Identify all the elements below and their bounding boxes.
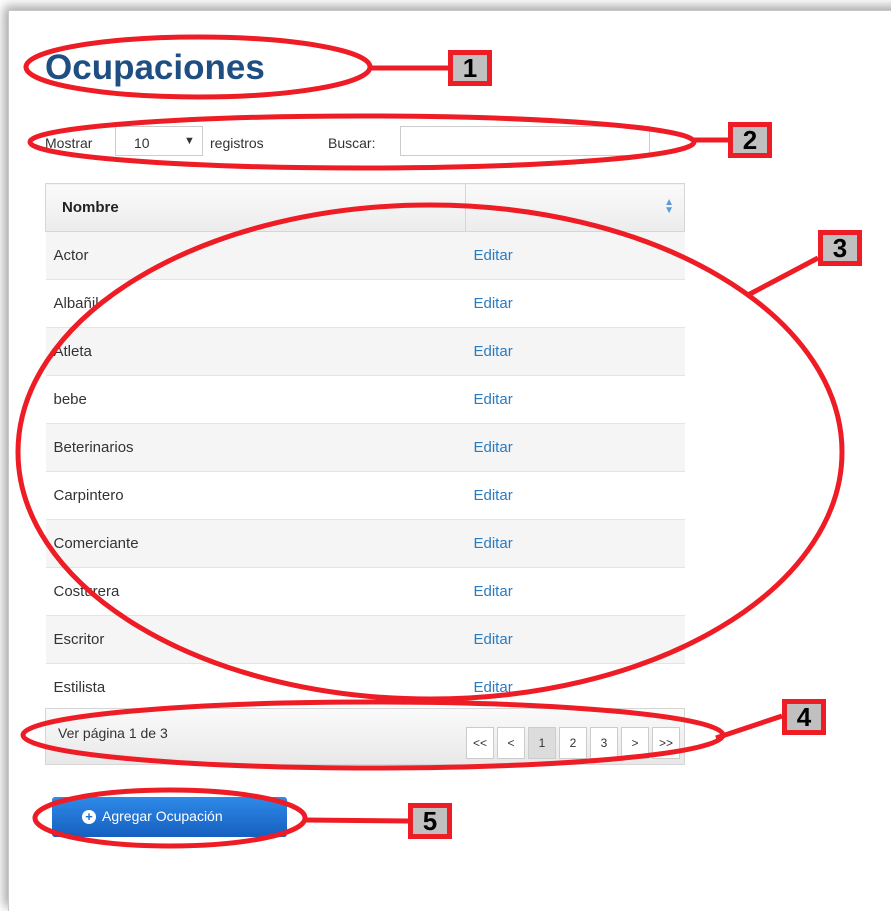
annotation-ellipse-3 [15, 202, 845, 702]
annotation-label-3: 3 [818, 230, 862, 266]
annotation-ellipse-4 [20, 699, 726, 771]
annotation-label-1: 1 [448, 50, 492, 86]
annotation-ellipse-5 [32, 787, 308, 849]
annotation-ellipse-2 [27, 113, 697, 171]
annotation-line-4 [715, 713, 783, 741]
annotation-label-2: 2 [728, 122, 772, 158]
annotation-ellipse-1 [23, 34, 373, 100]
annotation-line-3 [746, 255, 820, 298]
annotation-label-5: 5 [408, 803, 452, 839]
annotation-label-4: 4 [782, 699, 826, 735]
annotation-line-5 [304, 817, 409, 824]
